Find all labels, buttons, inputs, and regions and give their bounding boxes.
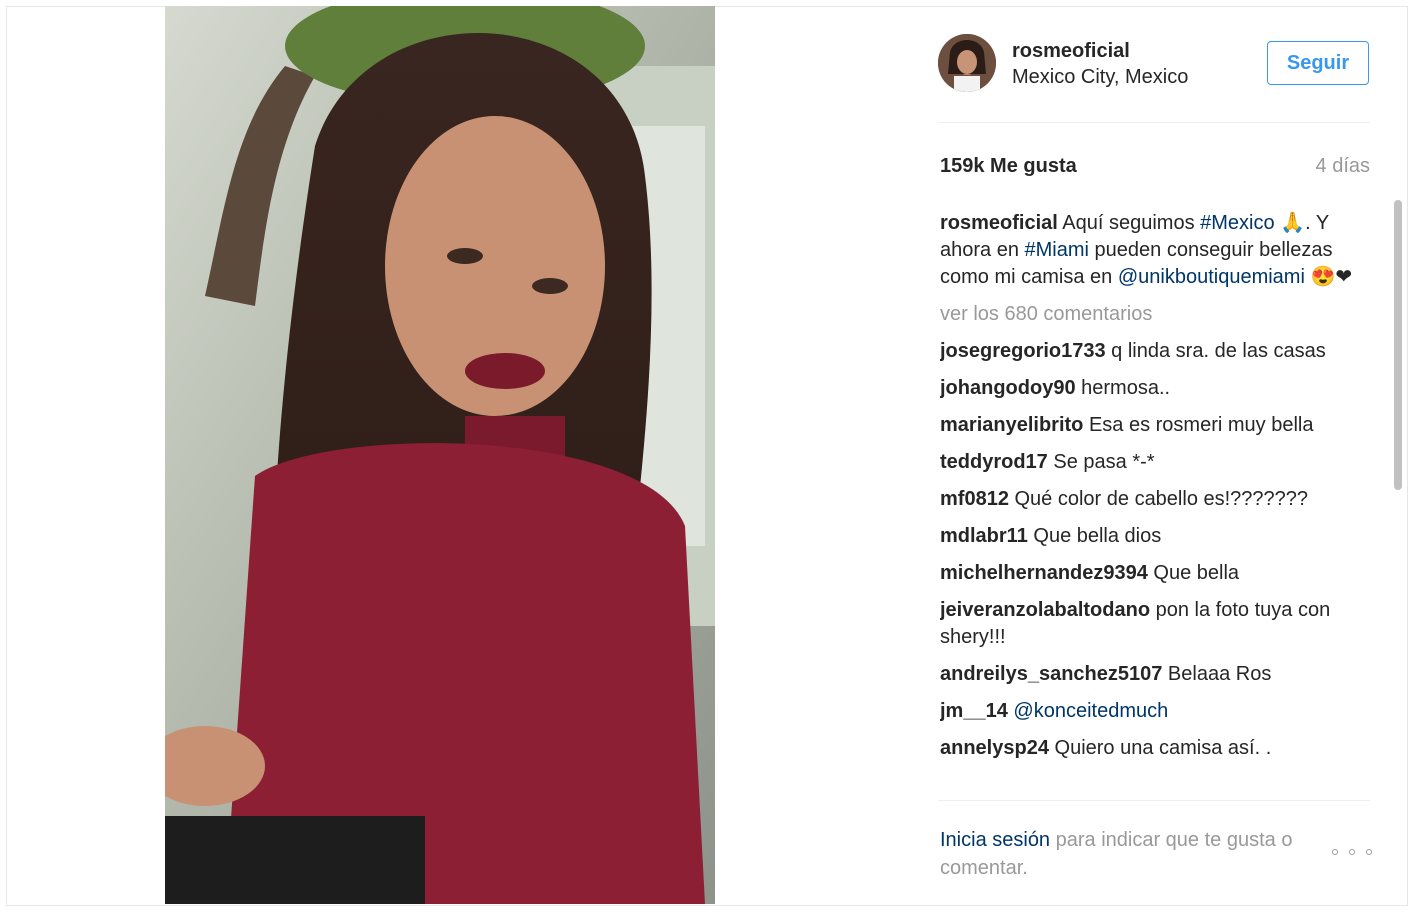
- post-header: rosmeoficial Mexico City, Mexico Seguir: [938, 34, 1370, 96]
- comment-username[interactable]: josegregorio1733: [940, 340, 1106, 362]
- comments-scrollbar[interactable]: [1394, 200, 1402, 490]
- login-prompt: Inicia sesión para indicar que te gusta …: [940, 826, 1320, 882]
- comment-item: marianyelibrito Esa es rosmeri muy bella: [940, 412, 1360, 439]
- comment-username[interactable]: jm__14: [940, 700, 1008, 722]
- comment-text: Quiero una camisa así. .: [1048, 737, 1272, 759]
- likes-count[interactable]: 159k Me gusta: [940, 155, 1077, 178]
- view-all-comments-link[interactable]: ver los 680 comentarios: [940, 301, 1360, 328]
- comment-item: jm__14 @konceitedmuch: [940, 698, 1360, 725]
- caption-emoji: 😍❤: [1304, 266, 1353, 288]
- caption-emoji: 🙏.: [1274, 212, 1311, 234]
- comment-username[interactable]: andreilys_sanchez5107: [940, 663, 1162, 685]
- comment-item: johangodoy90 hermosa..: [940, 375, 1360, 402]
- comment-username[interactable]: marianyelibrito: [940, 414, 1083, 436]
- post-location[interactable]: Mexico City, Mexico: [1012, 66, 1188, 89]
- comment-text: q linda sra. de las casas: [1105, 340, 1326, 362]
- post-photo[interactable]: [165, 6, 715, 904]
- comment-item: andreilys_sanchez5107 Belaaa Ros: [940, 661, 1360, 688]
- post-username[interactable]: rosmeoficial: [1012, 40, 1130, 63]
- comment-item: mdlabr11 Que bella dios: [940, 523, 1360, 550]
- caption: rosmeoficial Aquí seguimos #Mexico 🙏. Y …: [940, 210, 1360, 291]
- comment-item: mf0812 Qué color de cabello es!???????: [940, 486, 1360, 513]
- follow-button[interactable]: Seguir: [1267, 41, 1369, 85]
- dot-icon: [1366, 849, 1372, 855]
- comment-text: Esa es rosmeri muy bella: [1083, 414, 1314, 436]
- dot-icon: [1332, 849, 1338, 855]
- mention-link[interactable]: @unikboutiquemiami: [1118, 266, 1305, 288]
- dot-icon: [1349, 849, 1355, 855]
- comment-text: Que bella dios: [1027, 525, 1162, 547]
- comment-item: annelysp24 Quiero una camisa así. .: [940, 735, 1360, 762]
- comment-item: michelhernandez9394 Que bella: [940, 560, 1360, 587]
- divider: [938, 800, 1370, 801]
- comment-text: Belaaa Ros: [1162, 663, 1272, 685]
- comment-username[interactable]: teddyrod17: [940, 451, 1048, 473]
- comment-text: Qué color de cabello es!???????: [1008, 488, 1309, 510]
- comment-item: jeiveranzolabaltodano pon la foto tuya c…: [940, 597, 1360, 651]
- hashtag-link[interactable]: #Miami: [1025, 239, 1089, 261]
- comments-section: rosmeoficial Aquí seguimos #Mexico 🙏. Y …: [940, 210, 1360, 800]
- post-time[interactable]: 4 días: [1316, 155, 1370, 178]
- more-options-icon[interactable]: [1332, 842, 1372, 862]
- comment-item: josegregorio1733 q linda sra. de las cas…: [940, 338, 1360, 365]
- comment-username[interactable]: jeiveranzolabaltodano: [940, 599, 1150, 621]
- comment-text: hermosa..: [1075, 377, 1171, 399]
- comment-username[interactable]: michelhernandez9394: [940, 562, 1148, 584]
- caption-text: Aquí seguimos: [1057, 212, 1201, 234]
- avatar[interactable]: [938, 34, 996, 92]
- divider: [938, 122, 1370, 123]
- comment-username[interactable]: mdlabr11: [940, 525, 1028, 547]
- hashtag-link[interactable]: #Mexico: [1200, 212, 1274, 234]
- comment-text: Se pasa *-*: [1047, 451, 1155, 473]
- caption-username[interactable]: rosmeoficial: [940, 212, 1058, 234]
- comment-username[interactable]: annelysp24: [940, 737, 1049, 759]
- comment-username[interactable]: johangodoy90: [940, 377, 1076, 399]
- login-link[interactable]: Inicia sesión: [940, 829, 1050, 851]
- comment-item: teddyrod17 Se pasa *-*: [940, 449, 1360, 476]
- comment-username[interactable]: mf0812: [940, 488, 1009, 510]
- comment-text: Que bella: [1147, 562, 1240, 584]
- mention-link[interactable]: @konceitedmuch: [1013, 700, 1168, 722]
